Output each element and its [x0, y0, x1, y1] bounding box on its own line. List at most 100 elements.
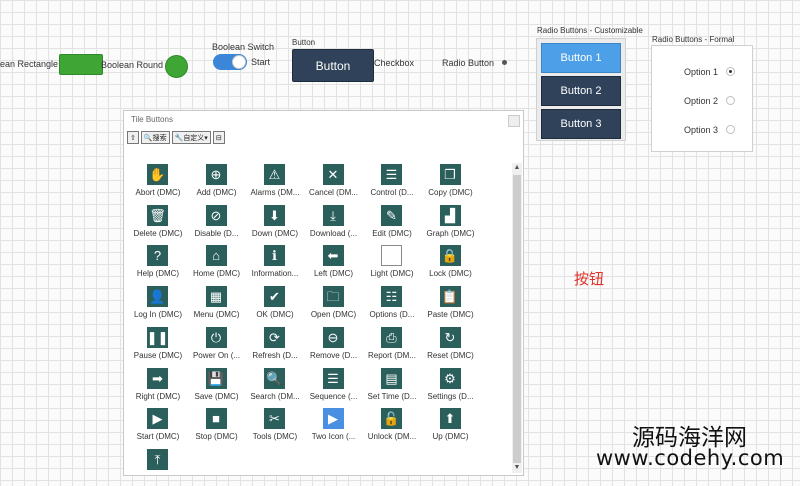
radio-button-indicator[interactable] [502, 60, 507, 65]
tile-button[interactable]: ⬅ Left (DMC) [303, 242, 365, 282]
up-level-button[interactable]: ⇧ [127, 131, 139, 144]
tile-button[interactable]: ⎙ Report (DM... [361, 324, 423, 364]
reset-icon: ↻ [439, 326, 461, 348]
tile-label: Abort (DMC) [135, 188, 181, 197]
arrow-left-icon: ⬅ [322, 245, 344, 267]
tile-label: Two Icon (... [311, 432, 356, 442]
tile-button[interactable]: ✔ OK (DMC) [244, 283, 306, 323]
tile-button[interactable]: ▤ Set Time (D... [361, 365, 423, 405]
tile-button[interactable]: 🔍 Search (DM... [244, 365, 306, 405]
boolean-round-led[interactable] [165, 55, 188, 78]
tile-button[interactable]: ❚❚ Pause (DMC) [127, 324, 189, 364]
tile-button[interactable]: 🔒 Lock (DMC) [420, 242, 482, 282]
custom-radio-button-2[interactable]: Button 2 [541, 76, 621, 106]
tile-button[interactable]: ⊕ Add (DMC) [186, 161, 248, 201]
tile-window-title: Tile Buttons [131, 115, 173, 124]
formal-option-2-radio[interactable] [726, 96, 735, 105]
scroll-thumb[interactable] [513, 175, 521, 463]
tile-button[interactable]: 🔓 Unlock (DM... [361, 405, 423, 445]
formal-option-2-label: Option 2 [684, 96, 719, 106]
tile-button[interactable]: ■ Stop (DMC) [186, 405, 248, 445]
play-icon: ▶ [147, 408, 168, 430]
tile-button[interactable]: ? Help (DMC) [127, 242, 189, 282]
bar-chart-icon: ▟ [439, 204, 461, 226]
tile-button[interactable]: ☰ Control (D... [361, 161, 423, 201]
tile-button[interactable]: Light (DMC) [361, 242, 423, 282]
tile-button[interactable]: 📋 Paste (DMC) [420, 283, 482, 323]
tile-button[interactable]: ⚙ Settings (D... [420, 365, 482, 405]
custom-radio-button-3[interactable]: Button 3 [541, 109, 621, 139]
formal-option-3-radio[interactable] [726, 125, 735, 134]
tile-button[interactable]: ⏻ Power On (... [186, 324, 248, 364]
tile-window-close[interactable] [508, 115, 520, 127]
printer-icon: ⎙ [381, 326, 402, 348]
tile-button[interactable]: ▶ Two Icon (... [303, 405, 365, 445]
list-icon: ☷ [381, 286, 402, 308]
boolean-switch-text: Start [251, 57, 271, 67]
tile-button[interactable]: ⟳ Refresh (D... [244, 324, 306, 364]
tile-button[interactable]: ✕ Cancel (DM... [303, 161, 365, 201]
tile-button[interactable]: 👤 Log In (DMC) [127, 283, 189, 323]
tile-label: Unlock (DM... [367, 432, 417, 442]
tile-button[interactable]: ⬇ Down (DMC) [244, 202, 306, 242]
tile-button[interactable]: ❐ Copy (DMC) [420, 161, 482, 201]
customize-button[interactable]: 🔧 自定义▾ [171, 131, 211, 144]
download-icon: ⤓ [322, 204, 344, 226]
search-button[interactable]: 🔍 搜索 [140, 131, 170, 144]
tile-button[interactable]: ✂ Tools (DMC) [244, 405, 306, 445]
tile-button[interactable]: ▟ Graph (DMC) [420, 202, 482, 242]
tile-button[interactable]: 🗑 Delete (DMC) [127, 202, 189, 242]
scroll-down-arrow-icon[interactable]: ▼ [512, 463, 522, 473]
hand-icon: ✋ [147, 164, 168, 185]
tile-button[interactable]: ☰ Sequence (... [303, 365, 365, 405]
tile-scrollbar[interactable]: ▲ ▼ [512, 163, 522, 473]
light-icon [381, 245, 402, 267]
tile-button[interactable]: ↻ Reset (DMC) [420, 324, 482, 364]
tile-button[interactable]: ⬆ Up (DMC) [420, 405, 482, 445]
tile-button[interactable]: 💾 Save (DMC) [186, 365, 248, 405]
tile-button[interactable]: ☷ Options (D... [361, 283, 423, 323]
tile-button[interactable]: ⊖ Remove (D... [303, 324, 365, 364]
tile-button[interactable]: ▦ Menu (DMC) [186, 283, 248, 323]
tile-label: Cancel (DM... [309, 188, 358, 197]
menu-grid-icon: ▦ [205, 286, 227, 308]
tile-button[interactable]: ✋ Abort (DMC) [127, 161, 189, 201]
boolean-rectangle-led[interactable] [59, 54, 103, 75]
arrow-down-icon: ⬇ [264, 204, 285, 226]
tile-button[interactable]: ℹ Information... [244, 242, 306, 282]
tile-button[interactable]: ✎ Edit (DMC) [361, 202, 423, 242]
custom-radio-panel: Button 1 Button 2 Button 3 [536, 38, 626, 141]
search-button-label: 搜索 [152, 134, 167, 142]
save-icon: 💾 [205, 367, 227, 389]
tile-label: Start (DMC) [136, 432, 180, 442]
tile-button[interactable]: ⤓ Download (... [303, 202, 365, 242]
tile-label: Edit (DMC) [372, 228, 412, 238]
tile-button[interactable]: ⌂ Home (DMC) [186, 242, 248, 282]
tile-label: Open (DMC) [310, 310, 357, 320]
checkbox-label[interactable]: Checkbox [374, 58, 414, 68]
scroll-up-arrow-icon[interactable]: ▲ [512, 163, 522, 173]
tile-label: Home (DMC) [192, 269, 241, 279]
tile-label: Stop (DMC) [195, 432, 238, 442]
tile-button[interactable]: ⤒ [127, 446, 189, 486]
tile-label: Refresh (D... [252, 350, 298, 360]
lock-icon: 🔒 [439, 245, 461, 267]
formal-option-1-radio[interactable] [726, 67, 735, 76]
two-icon-icon: ▶ [322, 408, 344, 430]
boolean-switch[interactable] [213, 54, 247, 70]
folder-icon: 🗀 [322, 286, 344, 308]
tile-button[interactable]: ➡ Right (DMC) [127, 365, 189, 405]
tools-icon: ✂ [264, 408, 285, 430]
view-button[interactable]: ⊟ [212, 131, 225, 144]
tile-label: Alarms (DM... [250, 188, 300, 197]
tile-button[interactable]: 🗀 Open (DMC) [303, 283, 365, 323]
tile-button[interactable]: ⚠ Alarms (DM... [244, 161, 306, 201]
tile-label: Information... [251, 269, 299, 279]
main-button[interactable]: Button [292, 49, 374, 82]
pencil-icon: ✎ [381, 204, 402, 226]
tile-button[interactable]: ▶ Start (DMC) [127, 405, 189, 445]
tile-button[interactable]: ⊘ Disable (D... [186, 202, 248, 242]
tile-label: Log In (DMC) [133, 310, 182, 320]
custom-radio-button-1[interactable]: Button 1 [541, 43, 621, 73]
boolean-round-label: Boolean Round [101, 60, 164, 70]
